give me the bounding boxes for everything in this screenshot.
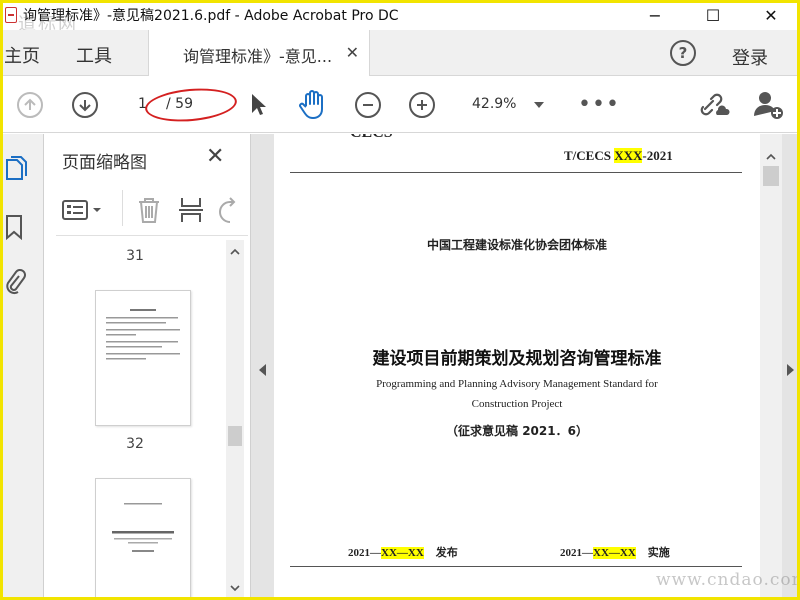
page-thumbnail[interactable]	[95, 290, 191, 426]
bookmark-icon	[6, 215, 22, 241]
zoom-in-button[interactable]	[409, 92, 435, 118]
scrollbar-thumb[interactable]	[228, 426, 242, 446]
impl-date-highlight: XX—XX	[593, 547, 636, 559]
window-title: 询管理标准》-意见稿2021.6.pdf - Adobe Acrobat Pro…	[23, 8, 399, 24]
expand-right-icon[interactable]	[787, 364, 794, 376]
code-suffix: -2021	[642, 148, 673, 163]
english-title-line2: Construction Project	[471, 398, 563, 410]
extract-page-button[interactable]	[178, 196, 204, 228]
tab-home[interactable]: 主页	[4, 42, 40, 68]
panel-close-icon[interactable]: ✕	[206, 144, 224, 169]
add-user-icon	[754, 92, 783, 119]
header-rule	[290, 172, 742, 173]
thumbnail-list[interactable]: 31 32	[44, 240, 226, 600]
attachments-nav-button[interactable]	[4, 268, 26, 300]
scrollbar-thumb[interactable]	[763, 166, 779, 186]
thumbnail-content	[106, 309, 180, 360]
scroll-down-icon[interactable]	[226, 580, 244, 596]
thumbnail-scrollbar[interactable]	[226, 240, 244, 600]
page-thumbnail-current[interactable]	[95, 478, 191, 600]
tab-close-icon[interactable]: ✕	[346, 43, 359, 62]
page-thumbnails-nav-button[interactable]	[4, 156, 28, 186]
zoom-out-button[interactable]	[355, 92, 381, 118]
split-page-icon	[179, 198, 203, 222]
window-controls: − ☐ ✕	[626, 0, 800, 30]
footer-rule	[290, 566, 742, 567]
link-cloud-icon	[700, 93, 730, 116]
help-button[interactable]: ?	[670, 40, 696, 66]
minimize-button[interactable]: −	[626, 0, 684, 30]
implementation-date: 2021—XX—XX 实施	[560, 544, 670, 560]
maximize-button[interactable]: ☐	[684, 0, 742, 30]
cecs-heading: CECS	[350, 134, 393, 142]
issue-date-highlight: XX—XX	[381, 547, 424, 559]
pdf-file-icon	[5, 7, 17, 23]
arrow-down-icon	[79, 100, 91, 112]
code-highlight: XXX	[614, 148, 643, 163]
chevron-down-icon	[534, 102, 544, 108]
issue-date-prefix: 2021—	[348, 547, 381, 559]
toolbar-divider	[122, 190, 123, 226]
scroll-up-icon[interactable]	[226, 244, 244, 260]
rotate-icon	[219, 197, 236, 223]
login-button[interactable]: 登录	[732, 44, 768, 70]
thumbnail-options-button[interactable]	[62, 198, 104, 222]
document-title: 建设项目前期策划及规划咨询管理标准	[372, 349, 662, 369]
delete-page-button[interactable]	[136, 196, 162, 228]
zoom-dropdown[interactable]: 42.9%	[462, 92, 552, 118]
code-prefix: T/CECS	[564, 148, 615, 163]
issue-date: 2021—XX—XX 发布	[348, 544, 458, 560]
panel-title: 页面缩略图	[62, 153, 147, 173]
thumbnail-tools	[56, 186, 248, 236]
thumbnail-page-label: 31	[126, 248, 144, 264]
scroll-up-icon[interactable]	[760, 148, 782, 166]
standard-code: T/CECS XXX-2021	[564, 148, 673, 164]
tab-tools[interactable]: 工具	[76, 42, 112, 68]
document-scrollbar[interactable]	[760, 134, 782, 600]
right-pane-toggle[interactable]	[782, 134, 800, 600]
hand-icon	[299, 90, 323, 119]
document-page: CECS T/CECS XXX-2021 中国工程建设标准化协会团体标准 建设项…	[274, 134, 760, 600]
zoom-value: 42.9%	[472, 96, 517, 112]
minus-icon	[363, 104, 373, 106]
plus-icon	[417, 100, 427, 110]
trash-icon	[139, 198, 159, 223]
association-name: 中国工程建设标准化协会团体标准	[426, 238, 607, 252]
options-menu-icon	[62, 200, 101, 220]
next-page-button[interactable]	[72, 92, 98, 118]
issue-label: 发布	[435, 547, 458, 559]
impl-date-prefix: 2021—	[560, 547, 593, 559]
bookmarks-nav-button[interactable]	[4, 214, 24, 244]
thumbnail-content	[112, 503, 174, 552]
share-link-button[interactable]	[698, 91, 732, 119]
title-bar: 询管理标准》-意见稿2021.6.pdf - Adobe Acrobat Pro…	[0, 0, 800, 35]
navigation-pane	[0, 134, 44, 600]
collapse-left-icon[interactable]	[259, 364, 266, 376]
previous-page-button[interactable]	[17, 92, 43, 118]
thumbnail-page-label: 32	[126, 436, 144, 452]
page-thumbnails-icon	[6, 156, 27, 180]
toolbar: 1 / 59 42.9% •••	[0, 77, 800, 133]
pointer-arrow-icon	[252, 94, 266, 115]
paperclip-icon	[6, 269, 26, 295]
tab-document-label: 询管理标准》-意见...	[183, 47, 333, 66]
panel-splitter[interactable]	[250, 134, 274, 600]
rotate-page-button[interactable]	[216, 196, 240, 228]
tab-document[interactable]: 询管理标准》-意见... ✕	[148, 30, 370, 76]
hand-tool-button[interactable]	[298, 89, 328, 121]
english-title-line1: Programming and Planning Advisory Manage…	[376, 378, 658, 390]
thumbnail-panel: 页面缩略图 ✕ 31 32	[44, 134, 250, 600]
impl-label: 实施	[647, 547, 670, 559]
close-window-button[interactable]: ✕	[742, 0, 800, 30]
tab-bar: 主页 工具 询管理标准》-意见... ✕ ? 登录	[0, 30, 800, 76]
draft-note: （征求意见稿 2021．6）	[446, 424, 588, 438]
arrow-up-icon	[24, 98, 36, 110]
add-user-button[interactable]	[752, 89, 786, 121]
more-tools-button[interactable]: •••	[578, 92, 620, 117]
watermark-bottom-right: www.cndao.com	[656, 570, 800, 590]
select-tool-button[interactable]	[248, 91, 268, 119]
